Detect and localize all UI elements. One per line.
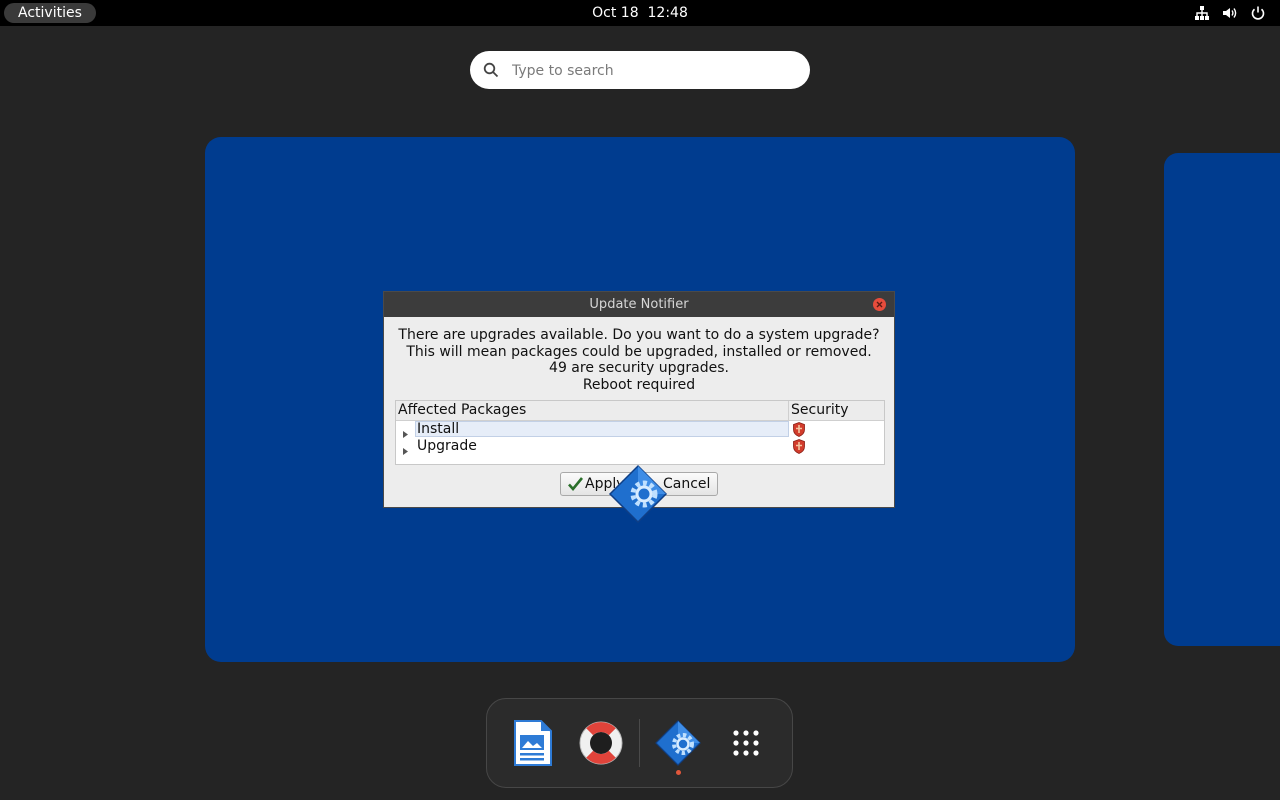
dock — [486, 698, 793, 788]
column-header-affected-packages[interactable]: Affected Packages — [398, 401, 526, 420]
close-button[interactable] — [873, 298, 886, 311]
message-line: This will mean packages could be upgrade… — [406, 343, 872, 360]
clock-date: Oct 18 — [592, 5, 639, 21]
clock-button[interactable]: Oct 18 12:48 — [592, 5, 688, 21]
workspace-thumbnail-next[interactable] — [1164, 153, 1280, 646]
tree-row-label: Install — [417, 421, 460, 437]
tree-header: Affected Packages Security — [396, 401, 884, 421]
clock-time: 12:48 — [647, 5, 688, 21]
search-icon — [483, 62, 499, 82]
cancel-button-label: Cancel — [663, 476, 711, 492]
volume-icon[interactable] — [1222, 5, 1238, 21]
dock-separator — [639, 719, 640, 767]
tree-row-label: Upgrade — [417, 438, 477, 454]
show-apps-grid-icon[interactable] — [722, 719, 770, 767]
shield-icon — [793, 439, 805, 459]
affected-packages-tree[interactable]: Affected Packages Security Install Upgra… — [395, 400, 885, 465]
window-titlebar[interactable]: Update Notifier — [384, 292, 894, 317]
tree-row-upgrade[interactable]: Upgrade — [396, 438, 884, 455]
clock: Oct 18 12:48 — [0, 0, 1280, 26]
software-updater-icon — [608, 464, 668, 528]
message-line: There are upgrades available. Do you wan… — [398, 327, 880, 343]
close-icon — [876, 301, 883, 308]
search-input[interactable] — [510, 51, 794, 91]
message-line: Reboot required — [582, 376, 696, 393]
network-icon[interactable] — [1194, 5, 1210, 21]
column-divider — [788, 401, 789, 420]
search-box[interactable] — [470, 51, 810, 91]
expand-arrow-icon[interactable] — [403, 443, 408, 460]
libreoffice-impress-icon[interactable] — [509, 719, 557, 767]
running-indicator — [676, 770, 681, 775]
help-lifebuoy-icon[interactable] — [577, 719, 625, 767]
dialog-message: There are upgrades available. Do you wan… — [384, 327, 894, 393]
column-header-security[interactable]: Security — [791, 401, 849, 420]
checkmark-icon — [568, 477, 583, 491]
activities-button[interactable]: Activities — [4, 3, 96, 23]
software-updater-dock-icon[interactable] — [654, 719, 702, 767]
window-title: Update Notifier — [589, 297, 689, 312]
power-icon[interactable] — [1250, 5, 1266, 21]
system-tray[interactable] — [1194, 4, 1266, 22]
top-bar: Activities Oct 18 12:48 — [0, 0, 1280, 26]
row-selection-highlight — [415, 421, 789, 437]
message-line: 49 are security upgrades. — [549, 360, 729, 376]
tree-row-install[interactable]: Install — [396, 421, 884, 438]
